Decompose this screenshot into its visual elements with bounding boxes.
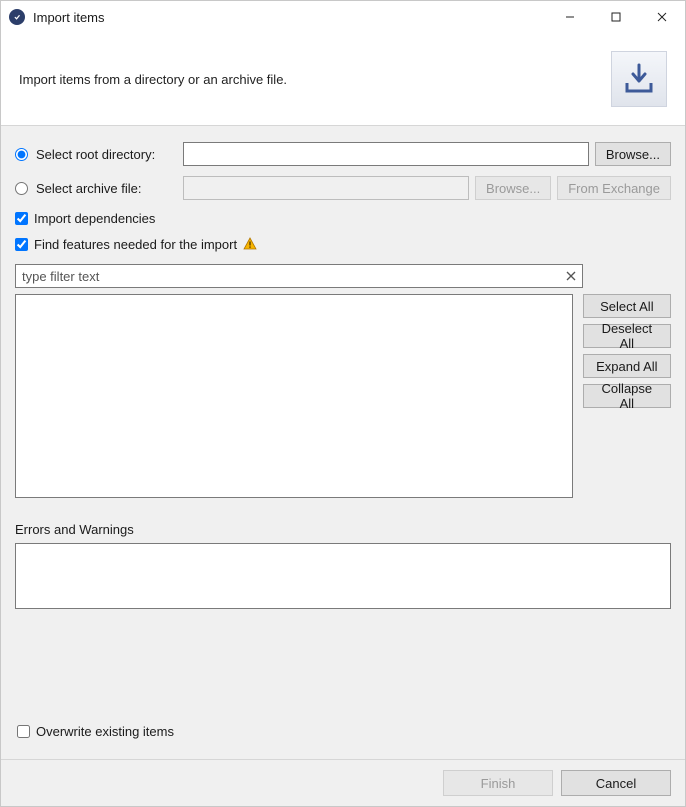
errors-warnings-label: Errors and Warnings bbox=[15, 522, 671, 537]
archive-file-input bbox=[183, 176, 469, 200]
archive-file-label: Select archive file: bbox=[36, 181, 142, 196]
clear-filter-icon[interactable] bbox=[563, 268, 579, 284]
import-dependencies-input[interactable] bbox=[15, 212, 28, 225]
collapse-all-button[interactable]: Collapse All bbox=[583, 384, 671, 408]
minimize-button[interactable] bbox=[547, 1, 593, 33]
root-directory-input[interactable] bbox=[183, 142, 589, 166]
maximize-button[interactable] bbox=[593, 1, 639, 33]
import-dependencies-checkbox[interactable]: Import dependencies bbox=[15, 208, 671, 228]
app-icon bbox=[9, 9, 25, 25]
select-root-directory-radio[interactable]: Select root directory: bbox=[15, 147, 177, 162]
window-title: Import items bbox=[33, 10, 105, 25]
select-all-button[interactable]: Select All bbox=[583, 294, 671, 318]
tree-buttons: Select All Deselect All Expand All Colla… bbox=[583, 294, 671, 498]
archive-file-row: Select archive file: Browse... From Exch… bbox=[15, 174, 671, 202]
cancel-button[interactable]: Cancel bbox=[561, 770, 671, 796]
dialog-button-bar: Finish Cancel bbox=[1, 759, 685, 806]
select-archive-file-radio[interactable]: Select archive file: bbox=[15, 181, 177, 196]
errors-warnings-box[interactable] bbox=[15, 543, 671, 609]
import-dependencies-label: Import dependencies bbox=[34, 211, 155, 226]
browse-archive-button: Browse... bbox=[475, 176, 551, 200]
find-features-checkbox[interactable]: Find features needed for the import bbox=[15, 234, 671, 254]
expand-all-button[interactable]: Expand All bbox=[583, 354, 671, 378]
wizard-banner: Import items from a directory or an arch… bbox=[1, 33, 685, 126]
root-directory-label: Select root directory: bbox=[36, 147, 155, 162]
filter-input[interactable] bbox=[15, 264, 583, 288]
filter-row bbox=[15, 264, 583, 288]
tree-area: Select All Deselect All Expand All Colla… bbox=[15, 294, 671, 498]
overwrite-existing-checkbox[interactable]: Overwrite existing items bbox=[17, 721, 671, 741]
from-exchange-button: From Exchange bbox=[557, 176, 671, 200]
close-button[interactable] bbox=[639, 1, 685, 33]
deselect-all-button[interactable]: Deselect All bbox=[583, 324, 671, 348]
main-panel: Select root directory: Browse... Select … bbox=[1, 126, 685, 759]
archive-file-radio-input[interactable] bbox=[15, 182, 28, 195]
warning-icon bbox=[243, 237, 257, 251]
root-directory-row: Select root directory: Browse... bbox=[15, 140, 671, 168]
root-directory-radio-input[interactable] bbox=[15, 148, 28, 161]
finish-button: Finish bbox=[443, 770, 553, 796]
browse-root-button[interactable]: Browse... bbox=[595, 142, 671, 166]
title-bar: Import items bbox=[1, 1, 685, 33]
banner-text: Import items from a directory or an arch… bbox=[19, 72, 287, 87]
find-features-input[interactable] bbox=[15, 238, 28, 251]
items-tree[interactable] bbox=[15, 294, 573, 498]
import-icon bbox=[611, 51, 667, 107]
import-items-dialog: Import items Import items from a directo… bbox=[0, 0, 686, 807]
overwrite-existing-label: Overwrite existing items bbox=[36, 724, 174, 739]
overwrite-existing-input[interactable] bbox=[17, 725, 30, 738]
find-features-label: Find features needed for the import bbox=[34, 237, 237, 252]
